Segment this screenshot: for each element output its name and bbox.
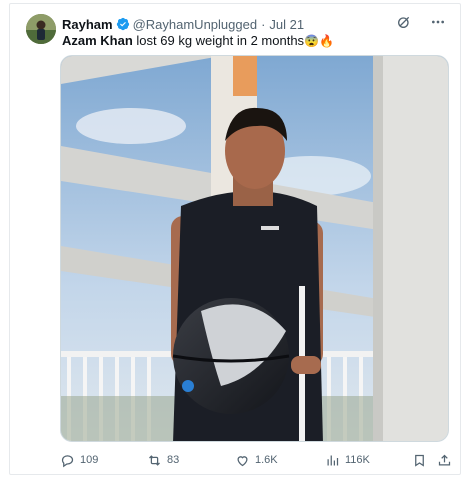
separator-dot: · bbox=[261, 16, 266, 32]
tweet-text: Azam Khan lost 69 kg weight in 2 months😨… bbox=[62, 33, 334, 49]
reply-icon bbox=[61, 454, 74, 467]
tweet-date[interactable]: Jul 21 bbox=[269, 17, 304, 32]
author-handle[interactable]: @RayhamUnplugged bbox=[133, 17, 258, 32]
reply-count: 109 bbox=[80, 454, 99, 466]
like-count: 1.6K bbox=[255, 454, 278, 466]
author-name[interactable]: Rayham bbox=[62, 17, 113, 32]
share-icon bbox=[438, 454, 451, 465]
retweet-count: 83 bbox=[167, 454, 180, 466]
tweet-emojis: 😨🔥 bbox=[304, 34, 334, 48]
grok-icon[interactable] bbox=[395, 13, 413, 31]
tweet-header: Rayham @RayhamUnplugged · Jul 21 bbox=[62, 15, 304, 33]
bookmark-icon bbox=[415, 454, 424, 467]
view-count: 116K bbox=[345, 454, 370, 466]
bookmark-button[interactable] bbox=[412, 453, 427, 468]
more-icon[interactable] bbox=[429, 13, 447, 31]
tweet-body: lost 69 kg weight in 2 months bbox=[132, 33, 305, 48]
heart-icon bbox=[237, 455, 248, 466]
verified-badge-icon bbox=[116, 17, 129, 31]
tweet-actions: 109 83 1.6K 116K bbox=[60, 449, 451, 471]
retweet-button[interactable]: 83 bbox=[147, 453, 179, 468]
avatar[interactable] bbox=[26, 14, 56, 44]
views-icon bbox=[327, 455, 339, 465]
top-actions bbox=[395, 13, 447, 31]
photo-illustration bbox=[61, 56, 448, 441]
share-button[interactable] bbox=[437, 453, 452, 468]
views-button[interactable]: 116K bbox=[325, 453, 370, 468]
retweet-icon bbox=[149, 454, 160, 466]
like-button[interactable]: 1.6K bbox=[235, 453, 278, 468]
tweet-photo[interactable] bbox=[60, 55, 449, 442]
reply-button[interactable]: 109 bbox=[60, 453, 98, 468]
tweet-bold-name: Azam Khan bbox=[62, 33, 133, 48]
